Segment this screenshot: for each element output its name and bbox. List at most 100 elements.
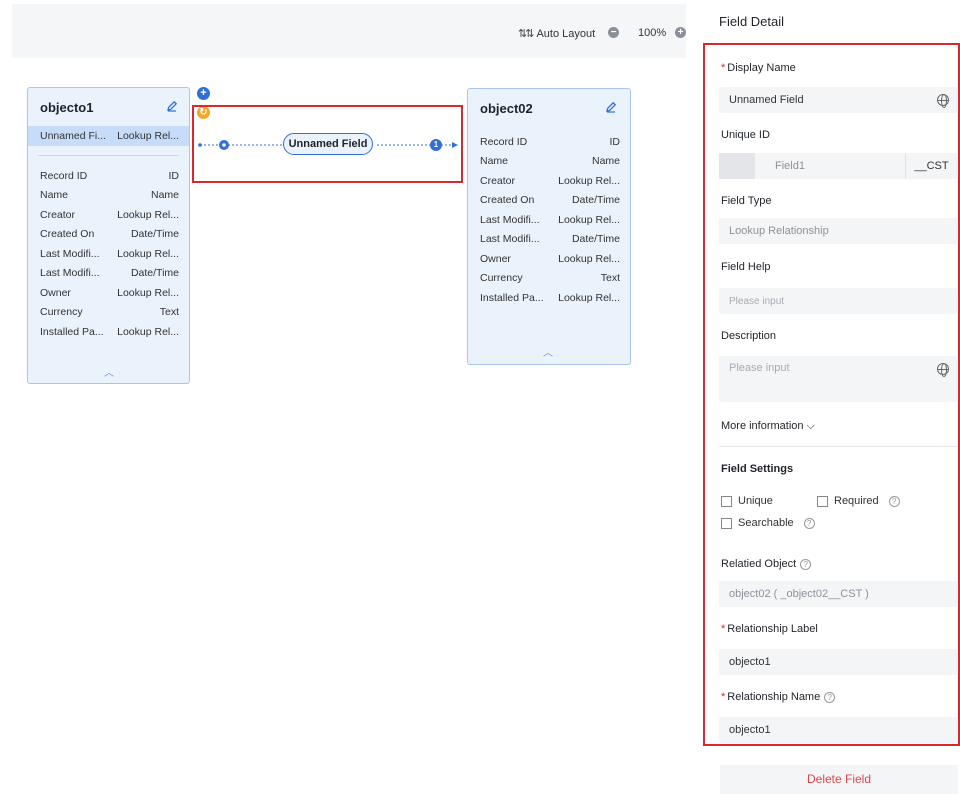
field-type: Date/Time [571,194,620,207]
field-name: Name [40,189,69,202]
field-type: Lookup Rel... [117,208,179,221]
field-name: Currency [40,306,83,319]
field-type: ID [168,169,180,182]
field-type-label: Field Type [721,195,772,207]
field-name: Installed Pa... [480,291,544,304]
selection-highlight [192,105,463,183]
table-row[interactable]: Name Name [28,186,189,206]
relationship-label-label: * Relationship Label [721,623,818,635]
field-type: Text [159,306,179,319]
table-row[interactable]: Currency Text [28,303,189,323]
field-name: Currency [480,272,523,285]
field-type: Name [591,155,620,168]
table-row[interactable]: Installed Pa... Lookup Rel... [468,288,630,308]
minus-icon: − [608,27,619,38]
checkbox-box [817,495,828,507]
table-row[interactable]: Record ID ID [28,166,189,186]
relationship-name-input[interactable]: objecto1 [719,717,957,743]
help-icon: ? [800,558,812,570]
object-card-object02[interactable]: object02 Record ID ID Name Name Creator Loo… [467,88,631,365]
table-row[interactable]: Last Modifi... Date/Time [468,230,630,250]
delete-field-button[interactable]: Delete Field [720,765,958,794]
field-name: Last Modifi... [480,213,540,226]
globe-icon[interactable] [937,94,949,108]
canvas-area[interactable]: ⇅⇅ Auto Layout − 100% + objecto1 Unnamed… [0,0,686,794]
description-label: Description [721,330,777,342]
field-type: Lookup Rel... [558,291,620,304]
relationship-name-label: * Relationship Name? [721,691,836,703]
namespace-prefix [719,153,755,179]
auto-layout-label: Auto Layout [536,27,596,40]
field-settings-label: Field Settings [721,463,794,475]
table-row[interactable]: Created On Date/Time [28,225,189,245]
more-information-toggle[interactable]: More information ⌵ [721,420,815,433]
field-name: Installed Pa... [40,325,104,338]
help-icon: ? [803,517,815,529]
display-name-label: * Display Name [721,62,796,74]
divider [719,446,957,447]
checkbox-label: Searchable [738,517,794,529]
table-row[interactable]: Name Name [468,152,630,172]
help-icon: ? [824,691,836,703]
field-name: Record ID [40,169,88,182]
table-row[interactable]: Owner Lookup Rel... [28,283,189,303]
table-row[interactable]: Currency Text [468,269,630,289]
add-relationship-icon[interactable]: + [197,87,210,100]
table-row[interactable]: Created On Date/Time [468,191,630,211]
placeholder-text: Please input [729,362,790,374]
zoom-in-button[interactable]: + [675,27,686,38]
field-name: Last Modifi... [40,267,100,280]
field-type: ID [609,135,621,148]
label-text: Relatied Object [721,558,797,570]
field-type: Lookup Rel... [117,129,179,142]
divider [38,155,179,156]
field-name: Record ID [480,135,528,148]
field-type: Text [600,272,620,285]
unique-checkbox[interactable]: Unique [721,495,773,507]
field-help-input[interactable]: Please input [719,288,957,314]
searchable-checkbox[interactable]: Searchable? [721,517,815,529]
panel-highlight: * Display Name Unnamed Field Unique ID Fi… [703,43,960,746]
collapse-chevron-icon[interactable]: ︿ [104,364,114,379]
relationship-label-input[interactable]: objecto1 [719,649,957,675]
edit-icon[interactable] [604,100,618,114]
table-row[interactable]: Creator Lookup Rel... [28,205,189,225]
checkbox-box [721,495,732,507]
table-row[interactable]: Last Modifi... Date/Time [28,264,189,284]
table-row-new-field[interactable]: Unnamed Fi... Lookup Rel... [28,126,189,146]
related-object-label: Relatied Object? [721,558,812,570]
checkbox-box [721,517,732,529]
object-title: objecto1 [40,100,94,115]
field-type: Name [150,189,179,202]
field-type: Lookup Rel... [558,213,620,226]
object-card-objecto1[interactable]: objecto1 Unnamed Fi... Lookup Rel... Rec… [27,87,190,384]
table-row[interactable]: Last Modifi... Lookup Rel... [28,244,189,264]
collapse-chevron-icon[interactable]: ︿ [543,344,553,359]
field-type: Lookup Rel... [117,286,179,299]
table-row[interactable]: Record ID ID [468,132,630,152]
field-type-input: Lookup Relationship [719,218,957,244]
description-textarea[interactable]: Please input [719,356,957,402]
globe-icon[interactable] [937,363,949,377]
edit-icon[interactable] [165,99,179,113]
field-type: Date/Time [130,228,179,241]
required-checkbox[interactable]: Required? [817,495,900,507]
panel-title: Field Detail [719,14,785,29]
auto-layout-icon: ⇅⇅ [518,28,535,40]
help-icon: ? [888,495,900,507]
canvas-toolbar: ⇅⇅ Auto Layout − 100% + [12,4,686,58]
field-list: Record ID ID Name Name Creator Lookup Rel..… [28,166,189,342]
label-text: More information [721,420,804,432]
zoom-level: 100% [638,27,667,39]
field-help-label: Field Help [721,261,771,273]
field-type: Lookup Rel... [558,174,620,187]
field-type: Lookup Rel... [558,252,620,265]
table-row[interactable]: Last Modifi... Lookup Rel... [468,210,630,230]
auto-layout-button[interactable]: ⇅⇅ Auto Layout [518,27,596,41]
zoom-out-button[interactable]: − [608,27,619,38]
table-row[interactable]: Creator Lookup Rel... [468,171,630,191]
table-row[interactable]: Installed Pa... Lookup Rel... [28,322,189,342]
table-row[interactable]: Owner Lookup Rel... [468,249,630,269]
input-value: Unnamed Field [729,94,804,106]
display-name-input[interactable]: Unnamed Field [719,87,957,113]
